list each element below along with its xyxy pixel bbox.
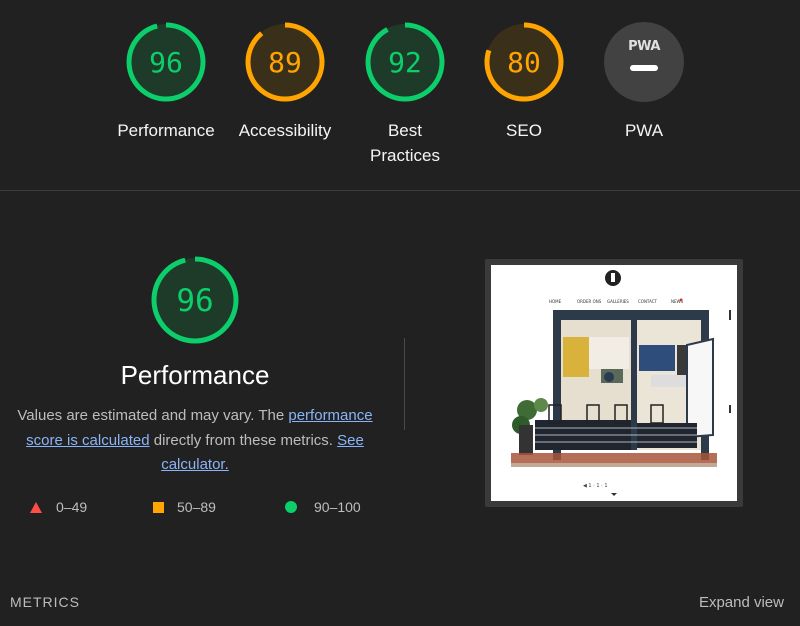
seo-gauge[interactable]: 80 SEO	[464, 20, 584, 143]
pwa-label: PWA	[624, 121, 664, 140]
performance-description: Values are estimated and may vary. The p…	[14, 404, 376, 478]
legend-fail: 0–49	[30, 499, 87, 515]
thumb-nav-galleries: GALLERIES	[607, 299, 629, 304]
pwa-badge-icon: PWA	[604, 22, 684, 102]
vertical-divider	[404, 338, 405, 430]
category-gauges: 96 Performance 89 Accessibility 92 Best …	[0, 0, 800, 190]
performance-heading: Performance	[120, 360, 270, 390]
accessibility-label: Accessibility	[238, 121, 332, 140]
accessibility-score: 89	[268, 46, 302, 79]
expand-view-button[interactable]: Expand view	[699, 594, 784, 611]
pwa-dash-icon	[630, 65, 658, 71]
performance-main-score: 96	[176, 283, 213, 319]
best-practices-score: 92	[388, 46, 422, 79]
legend-pass: 90–100	[285, 499, 361, 515]
green-circle-icon	[285, 501, 297, 513]
best-practices-label-line2: Practices	[370, 146, 440, 165]
seo-label: SEO	[506, 121, 542, 140]
performance-label: Performance	[117, 121, 215, 140]
legend-average: 50–89	[153, 499, 216, 515]
thumb-nav-order: ORDER ONS	[577, 299, 602, 304]
red-triangle-icon	[30, 501, 42, 513]
orange-square-icon	[153, 501, 164, 513]
thumb-nav-contact: CONTACT	[638, 299, 658, 304]
performance-score: 96	[149, 46, 183, 79]
best-practices-label-line1: Best	[387, 121, 422, 140]
pwa-badge-text: PWA	[628, 39, 660, 54]
final-screenshot: HOME ORDER ONS GALLERIES CONTACT NEWS ◀ …	[491, 265, 737, 501]
accessibility-score-ring: 89	[245, 22, 325, 102]
score-legend: 0–49 50–89 90–100	[28, 499, 388, 519]
pwa-gauge[interactable]: PWA PWA	[584, 20, 704, 143]
best-practices-label: Best Practices	[370, 118, 440, 168]
performance-score-ring: 96	[126, 22, 206, 102]
thumb-down-arrow-icon	[611, 493, 617, 496]
cafe-illustration: HOME ORDER ONS GALLERIES CONTACT NEWS ◀ …	[511, 270, 731, 496]
section-divider	[0, 190, 800, 191]
thumb-pager: ◀ 1 · 1 · 1	[583, 483, 608, 489]
legend-pass-range: 90–100	[314, 499, 361, 515]
best-practices-score-ring: 92	[365, 22, 445, 102]
seo-score-ring: 80	[484, 22, 564, 102]
description-text-2: directly from these metrics.	[149, 431, 338, 449]
metrics-heading: METRICS	[10, 594, 80, 610]
accessibility-gauge[interactable]: 89 Accessibility	[225, 20, 345, 143]
lighthouse-report: 96 Performance 89 Accessibility 92 Best …	[0, 0, 800, 626]
performance-main-gauge: 96	[151, 256, 239, 344]
legend-average-range: 50–89	[177, 499, 216, 515]
description-text-1: Values are estimated and may vary. The	[17, 407, 289, 424]
thumb-nav-home: HOME	[549, 299, 562, 304]
legend-fail-range: 0–49	[56, 499, 88, 515]
best-practices-gauge[interactable]: 92 Best Practices	[345, 20, 465, 168]
seo-score: 80	[507, 46, 541, 79]
performance-gauge[interactable]: 96 Performance	[106, 20, 226, 143]
